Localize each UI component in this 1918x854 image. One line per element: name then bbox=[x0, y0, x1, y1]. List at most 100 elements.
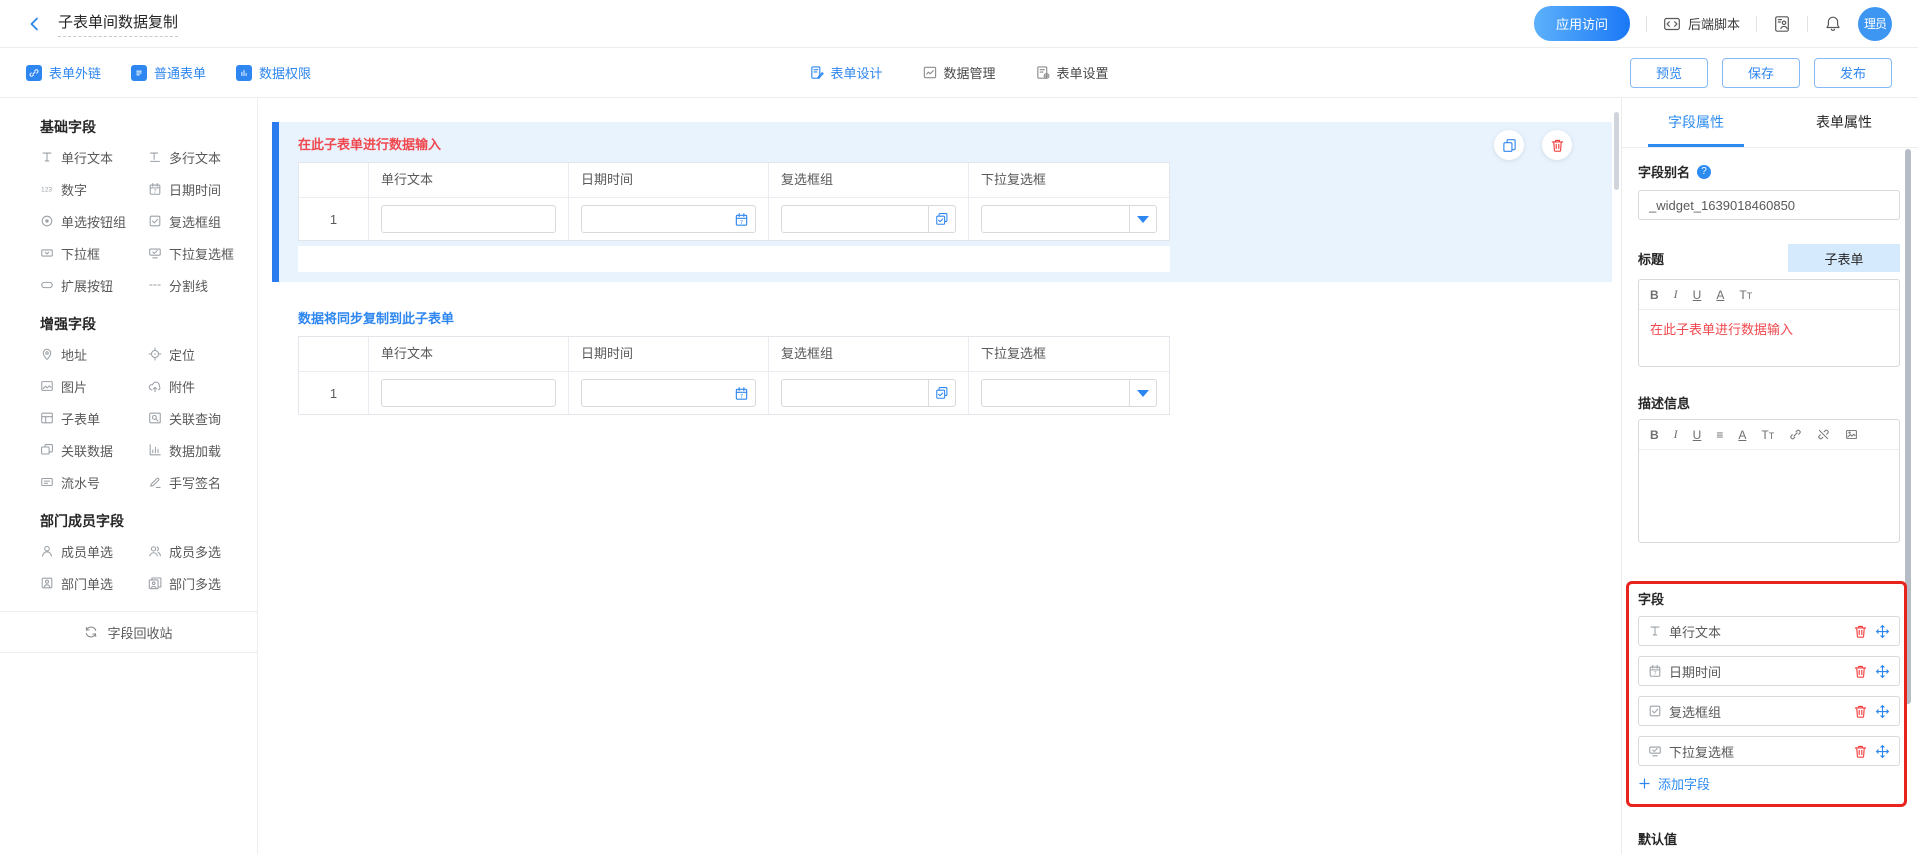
field-type-address[interactable]: 地址 bbox=[40, 338, 148, 370]
field-item[interactable]: 复选框组 bbox=[1638, 696, 1900, 726]
move-field-icon[interactable] bbox=[1875, 624, 1890, 639]
field-item[interactable]: 下拉复选框 bbox=[1638, 736, 1900, 766]
dropdown-button[interactable] bbox=[1129, 380, 1156, 406]
format-size-button[interactable]: TT bbox=[1761, 428, 1774, 442]
field-alias-input[interactable] bbox=[1638, 190, 1900, 220]
subform-new-row-area[interactable] bbox=[298, 246, 1170, 272]
format-align-button[interactable]: ≡ bbox=[1716, 428, 1723, 442]
field-type-image[interactable]: 图片 bbox=[40, 370, 148, 402]
calendar-icon[interactable]: 7 bbox=[734, 386, 749, 401]
help-icon[interactable]: ? bbox=[1697, 165, 1711, 179]
back-button[interactable] bbox=[26, 15, 44, 33]
field-type-dept[interactable]: 部门单选 bbox=[40, 567, 148, 599]
format-italic-button[interactable]: I bbox=[1674, 427, 1678, 442]
field-type-depts[interactable]: 部门多选 bbox=[148, 567, 247, 599]
field-type-textarea[interactable]: 多行文本 bbox=[148, 141, 247, 173]
notifications-bell-icon[interactable] bbox=[1824, 15, 1842, 33]
field-type-members[interactable]: 成员多选 bbox=[148, 535, 247, 567]
field-type-subform[interactable]: 子表单 bbox=[40, 402, 148, 434]
panel-tab-1[interactable]: 表单属性 bbox=[1770, 98, 1918, 147]
field-type-linkdata[interactable]: 关联数据 bbox=[40, 434, 148, 466]
action-button-0[interactable]: 预览 bbox=[1630, 58, 1708, 88]
format-color-button[interactable]: A bbox=[1716, 288, 1724, 302]
widget-type-chip[interactable]: 子表单 bbox=[1788, 244, 1900, 272]
date-input[interactable]: 7 bbox=[581, 379, 756, 407]
action-button-2[interactable]: 发布 bbox=[1814, 58, 1892, 88]
checkbox-group-input[interactable] bbox=[781, 205, 956, 233]
date-input[interactable]: 7 bbox=[581, 205, 756, 233]
field-recycle-bin-button[interactable]: 字段回收站 bbox=[0, 611, 257, 653]
field-type-dataload[interactable]: 数据加载 bbox=[148, 434, 247, 466]
format-image-button[interactable] bbox=[1845, 428, 1858, 441]
properties-content: 字段别名 ? 标题 子表单 BIUATT 在此子表单进行数据输入 描述信息 BI… bbox=[1622, 148, 1918, 854]
text-input[interactable] bbox=[381, 379, 556, 407]
delete-field-icon[interactable] bbox=[1853, 704, 1868, 719]
checkbox-group-input[interactable] bbox=[781, 379, 956, 407]
action-button-1[interactable]: 保存 bbox=[1722, 58, 1800, 88]
move-field-icon[interactable] bbox=[1875, 664, 1890, 679]
field-type-location[interactable]: 定位 bbox=[148, 338, 247, 370]
field-type-member[interactable]: 成员单选 bbox=[40, 535, 148, 567]
field-type-serial[interactable]: 流水号 bbox=[40, 466, 148, 498]
multiselect-input[interactable] bbox=[981, 205, 1157, 233]
delete-widget-button[interactable] bbox=[1542, 130, 1572, 160]
format-link-button[interactable] bbox=[1789, 428, 1802, 441]
field-type-lookup[interactable]: 关联查询 bbox=[148, 402, 247, 434]
subform-target-widget[interactable]: 数据将同步复制到此子表单 单行文本日期时间复选框组下拉复选框 1 7 bbox=[272, 296, 1612, 415]
calendar-icon[interactable]: 7 bbox=[734, 212, 749, 227]
title-editor-content[interactable]: 在此子表单进行数据输入 bbox=[1639, 310, 1899, 366]
text-input[interactable] bbox=[381, 205, 556, 233]
add-field-button[interactable]: 添加字段 bbox=[1638, 774, 1900, 793]
field-alias-label: 字段别名 ? bbox=[1638, 162, 1900, 181]
backend-script-button[interactable]: 后端脚本 bbox=[1663, 14, 1740, 33]
description-editor-content[interactable] bbox=[1639, 450, 1899, 542]
checkbox-picker-button[interactable] bbox=[928, 206, 955, 232]
format-bold-button[interactable]: B bbox=[1650, 288, 1659, 302]
form-design-canvas[interactable]: 在此子表单进行数据输入 单行文本日期时间复选框组下拉复选框 1 7 数据将同步复… bbox=[258, 98, 1621, 854]
delete-field-icon[interactable] bbox=[1853, 624, 1868, 639]
multiselect-input[interactable] bbox=[981, 379, 1157, 407]
page-title[interactable]: 子表单间数据复制 bbox=[58, 11, 178, 37]
panel-tab-0[interactable]: 字段属性 bbox=[1622, 98, 1770, 147]
app-access-button[interactable]: 应用访问 bbox=[1534, 6, 1630, 41]
tab-tabdata[interactable]: 数据管理 bbox=[922, 63, 995, 82]
tab-tabdesign[interactable]: 表单设计 bbox=[809, 63, 882, 82]
field-item[interactable]: 7 日期时间 bbox=[1638, 656, 1900, 686]
canvas-scrollbar[interactable] bbox=[1614, 112, 1619, 190]
format-color-button[interactable]: A bbox=[1738, 428, 1746, 442]
avatar[interactable]: 理员 bbox=[1858, 7, 1892, 41]
toolbar-linkw-button[interactable]: 表单外链 bbox=[26, 63, 101, 82]
subform-source-widget[interactable]: 在此子表单进行数据输入 单行文本日期时间复选框组下拉复选框 1 7 bbox=[272, 122, 1612, 282]
format-italic-button[interactable]: I bbox=[1674, 287, 1678, 302]
field-type-radio[interactable]: 单选按钮组 bbox=[40, 205, 148, 237]
tab-tabsettings[interactable]: 表单设置 bbox=[1036, 63, 1109, 82]
copy-widget-button[interactable] bbox=[1494, 130, 1524, 160]
format-size-button[interactable]: TT bbox=[1739, 288, 1752, 302]
field-type-select[interactable]: 下拉框 bbox=[40, 237, 148, 269]
toolbar-barsw-button[interactable]: 数据权限 bbox=[236, 63, 311, 82]
move-field-icon[interactable] bbox=[1875, 744, 1890, 759]
field-item[interactable]: 单行文本 bbox=[1638, 616, 1900, 646]
field-type-button[interactable]: 扩展按钮 bbox=[40, 269, 148, 301]
field-type-multiselect[interactable]: 下拉复选框 bbox=[148, 237, 247, 269]
field-type-divider[interactable]: 分割线 bbox=[148, 269, 247, 301]
field-type-text[interactable]: 单行文本 bbox=[40, 141, 148, 173]
format-bold-button[interactable]: B bbox=[1650, 428, 1659, 442]
format-underline-button[interactable]: U bbox=[1693, 288, 1702, 302]
format-underline-button[interactable]: U bbox=[1693, 428, 1702, 442]
org-contacts-icon[interactable] bbox=[1773, 15, 1791, 33]
delete-field-icon[interactable] bbox=[1853, 744, 1868, 759]
field-type-checkbox[interactable]: 复选框组 bbox=[148, 205, 247, 237]
move-field-icon[interactable] bbox=[1875, 704, 1890, 719]
delete-field-icon[interactable] bbox=[1853, 664, 1868, 679]
format-unlink-button[interactable] bbox=[1817, 428, 1830, 441]
dropdown-button[interactable] bbox=[1129, 206, 1156, 232]
toolbar-formw-button[interactable]: 普通表单 bbox=[131, 63, 206, 82]
field-type-label: 子表单 bbox=[61, 409, 100, 428]
checkbox-picker-button[interactable] bbox=[928, 380, 955, 406]
field-type-number[interactable]: 123 数字 bbox=[40, 173, 148, 205]
panel-scrollbar[interactable] bbox=[1905, 149, 1911, 704]
field-type-date[interactable]: 7 日期时间 bbox=[148, 173, 247, 205]
field-type-signature[interactable]: 手写签名 bbox=[148, 466, 247, 498]
field-type-attachment[interactable]: 附件 bbox=[148, 370, 247, 402]
